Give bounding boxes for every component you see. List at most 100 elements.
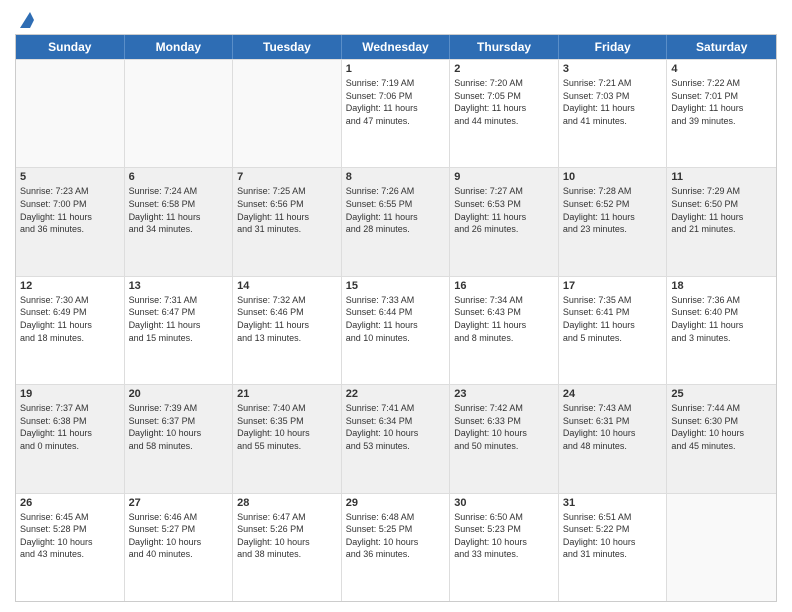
day-number: 6 <box>129 171 229 183</box>
day-number: 13 <box>129 280 229 292</box>
table-row: 28Sunrise: 6:47 AM Sunset: 5:26 PM Dayli… <box>233 494 342 601</box>
day-number: 7 <box>237 171 337 183</box>
day-info: Sunrise: 7:43 AM Sunset: 6:31 PM Dayligh… <box>563 402 663 452</box>
cal-header-saturday: Saturday <box>667 35 776 59</box>
table-row: 21 Sunrise: 7:40 AM Sunset: 6:35 PM Dayli… <box>233 385 342 492</box>
table-row: 17 Sunrise: 7:35 AM Sunset: 6:41 PM Dayli… <box>559 277 668 384</box>
table-row: 11 Sunrise: 7:29 AM Sunset: 6:50 PM Dayli… <box>667 168 776 275</box>
cal-header-sunday: Sunday <box>16 35 125 59</box>
calendar-header-row: SundayMondayTuesdayWednesdayThursdayFrid… <box>16 35 776 59</box>
day-info: Sunrise: 7:37 AM Sunset: 6:38 PM Dayligh… <box>20 402 120 452</box>
cal-header-wednesday: Wednesday <box>342 35 451 59</box>
table-row <box>233 60 342 167</box>
day-number: 29 <box>346 497 446 509</box>
table-row: 10Sunrise: 7:28 AM Sunset: 6:52 PM Dayli… <box>559 168 668 275</box>
table-row: 29 Sunrise: 6:48 AM Sunset: 5:25 PM Dayli… <box>342 494 451 601</box>
table-row: 15 Sunrise: 7:33 AM Sunset: 6:44 PM Dayli… <box>342 277 451 384</box>
day-number: 24 <box>563 388 663 400</box>
day-info: Sunrise: 7:33 AM Sunset: 6:44 PM Dayligh… <box>346 294 446 344</box>
day-info: Sunrise: 7:34 AM Sunset: 6:43 PM Dayligh… <box>454 294 554 344</box>
table-row: 4 Sunrise: 7:22 AM Sunset: 7:01 PM Daylig… <box>667 60 776 167</box>
day-info: Sunrise: 6:50 AM Sunset: 5:23 PM Dayligh… <box>454 511 554 561</box>
day-info: Sunrise: 7:21 AM Sunset: 7:03 PM Dayligh… <box>563 77 663 127</box>
table-row: 19 Sunrise: 7:37 AM Sunset: 6:38 PM Dayli… <box>16 385 125 492</box>
day-info: Sunrise: 7:30 AM Sunset: 6:49 PM Dayligh… <box>20 294 120 344</box>
day-info: Sunrise: 7:41 AM Sunset: 6:34 PM Dayligh… <box>346 402 446 452</box>
day-info: Sunrise: 6:45 AM Sunset: 5:28 PM Dayligh… <box>20 511 120 561</box>
day-number: 20 <box>129 388 229 400</box>
day-info: Sunrise: 7:35 AM Sunset: 6:41 PM Dayligh… <box>563 294 663 344</box>
day-info: Sunrise: 7:26 AM Sunset: 6:55 PM Dayligh… <box>346 185 446 235</box>
day-number: 14 <box>237 280 337 292</box>
day-number: 18 <box>671 280 772 292</box>
table-row <box>667 494 776 601</box>
cal-week-3: 12 Sunrise: 7:30 AM Sunset: 6:49 PM Dayli… <box>16 276 776 384</box>
calendar: SundayMondayTuesdayWednesdayThursdayFrid… <box>15 34 777 602</box>
day-info: Sunrise: 7:42 AM Sunset: 6:33 PM Dayligh… <box>454 402 554 452</box>
table-row: 7Sunrise: 7:25 AM Sunset: 6:56 PM Daylig… <box>233 168 342 275</box>
day-number: 17 <box>563 280 663 292</box>
day-info: Sunrise: 7:40 AM Sunset: 6:35 PM Dayligh… <box>237 402 337 452</box>
table-row: 30 Sunrise: 6:50 AM Sunset: 5:23 PM Dayli… <box>450 494 559 601</box>
day-number: 5 <box>20 171 120 183</box>
table-row <box>16 60 125 167</box>
table-row: 5 Sunrise: 7:23 AM Sunset: 7:00 PM Daylig… <box>16 168 125 275</box>
page: SundayMondayTuesdayWednesdayThursdayFrid… <box>0 0 792 612</box>
cal-week-4: 19 Sunrise: 7:37 AM Sunset: 6:38 PM Dayli… <box>16 384 776 492</box>
day-info: Sunrise: 6:46 AM Sunset: 5:27 PM Dayligh… <box>129 511 229 561</box>
day-info: Sunrise: 7:27 AM Sunset: 6:53 PM Dayligh… <box>454 185 554 235</box>
day-number: 25 <box>671 388 772 400</box>
table-row: 2Sunrise: 7:20 AM Sunset: 7:05 PM Daylig… <box>450 60 559 167</box>
day-info: Sunrise: 7:23 AM Sunset: 7:00 PM Dayligh… <box>20 185 120 235</box>
table-row: 22Sunrise: 7:41 AM Sunset: 6:34 PM Dayli… <box>342 385 451 492</box>
table-row: 1Sunrise: 7:19 AM Sunset: 7:06 PM Daylig… <box>342 60 451 167</box>
day-info: Sunrise: 7:29 AM Sunset: 6:50 PM Dayligh… <box>671 185 772 235</box>
table-row: 8 Sunrise: 7:26 AM Sunset: 6:55 PM Daylig… <box>342 168 451 275</box>
day-number: 16 <box>454 280 554 292</box>
table-row: 25Sunrise: 7:44 AM Sunset: 6:30 PM Dayli… <box>667 385 776 492</box>
table-row: 23Sunrise: 7:42 AM Sunset: 6:33 PM Dayli… <box>450 385 559 492</box>
table-row: 14 Sunrise: 7:32 AM Sunset: 6:46 PM Dayli… <box>233 277 342 384</box>
table-row: 26 Sunrise: 6:45 AM Sunset: 5:28 PM Dayli… <box>16 494 125 601</box>
day-number: 9 <box>454 171 554 183</box>
table-row: 24 Sunrise: 7:43 AM Sunset: 6:31 PM Dayli… <box>559 385 668 492</box>
day-number: 27 <box>129 497 229 509</box>
day-number: 8 <box>346 171 446 183</box>
day-info: Sunrise: 7:39 AM Sunset: 6:37 PM Dayligh… <box>129 402 229 452</box>
table-row: 20 Sunrise: 7:39 AM Sunset: 6:37 PM Dayli… <box>125 385 234 492</box>
day-info: Sunrise: 7:20 AM Sunset: 7:05 PM Dayligh… <box>454 77 554 127</box>
day-number: 1 <box>346 63 446 75</box>
table-row: 16 Sunrise: 7:34 AM Sunset: 6:43 PM Dayli… <box>450 277 559 384</box>
table-row <box>125 60 234 167</box>
logo-icon <box>16 10 34 28</box>
day-number: 15 <box>346 280 446 292</box>
day-number: 19 <box>20 388 120 400</box>
day-number: 4 <box>671 63 772 75</box>
day-info: Sunrise: 7:22 AM Sunset: 7:01 PM Dayligh… <box>671 77 772 127</box>
day-info: Sunrise: 7:31 AM Sunset: 6:47 PM Dayligh… <box>129 294 229 344</box>
day-info: Sunrise: 7:24 AM Sunset: 6:58 PM Dayligh… <box>129 185 229 235</box>
day-info: Sunrise: 6:48 AM Sunset: 5:25 PM Dayligh… <box>346 511 446 561</box>
cal-week-2: 5 Sunrise: 7:23 AM Sunset: 7:00 PM Daylig… <box>16 167 776 275</box>
day-number: 12 <box>20 280 120 292</box>
day-number: 26 <box>20 497 120 509</box>
cal-header-friday: Friday <box>559 35 668 59</box>
header <box>15 10 777 26</box>
day-number: 11 <box>671 171 772 183</box>
table-row: 12 Sunrise: 7:30 AM Sunset: 6:49 PM Dayli… <box>16 277 125 384</box>
day-number: 21 <box>237 388 337 400</box>
calendar-body: 1Sunrise: 7:19 AM Sunset: 7:06 PM Daylig… <box>16 59 776 601</box>
day-info: Sunrise: 7:36 AM Sunset: 6:40 PM Dayligh… <box>671 294 772 344</box>
table-row: 18 Sunrise: 7:36 AM Sunset: 6:40 PM Dayli… <box>667 277 776 384</box>
cal-week-1: 1Sunrise: 7:19 AM Sunset: 7:06 PM Daylig… <box>16 59 776 167</box>
table-row: 9 Sunrise: 7:27 AM Sunset: 6:53 PM Daylig… <box>450 168 559 275</box>
day-number: 30 <box>454 497 554 509</box>
day-number: 31 <box>563 497 663 509</box>
day-info: Sunrise: 6:47 AM Sunset: 5:26 PM Dayligh… <box>237 511 337 561</box>
day-info: Sunrise: 6:51 AM Sunset: 5:22 PM Dayligh… <box>563 511 663 561</box>
table-row: 6 Sunrise: 7:24 AM Sunset: 6:58 PM Daylig… <box>125 168 234 275</box>
cal-header-thursday: Thursday <box>450 35 559 59</box>
day-info: Sunrise: 7:28 AM Sunset: 6:52 PM Dayligh… <box>563 185 663 235</box>
day-info: Sunrise: 7:32 AM Sunset: 6:46 PM Dayligh… <box>237 294 337 344</box>
cal-header-tuesday: Tuesday <box>233 35 342 59</box>
